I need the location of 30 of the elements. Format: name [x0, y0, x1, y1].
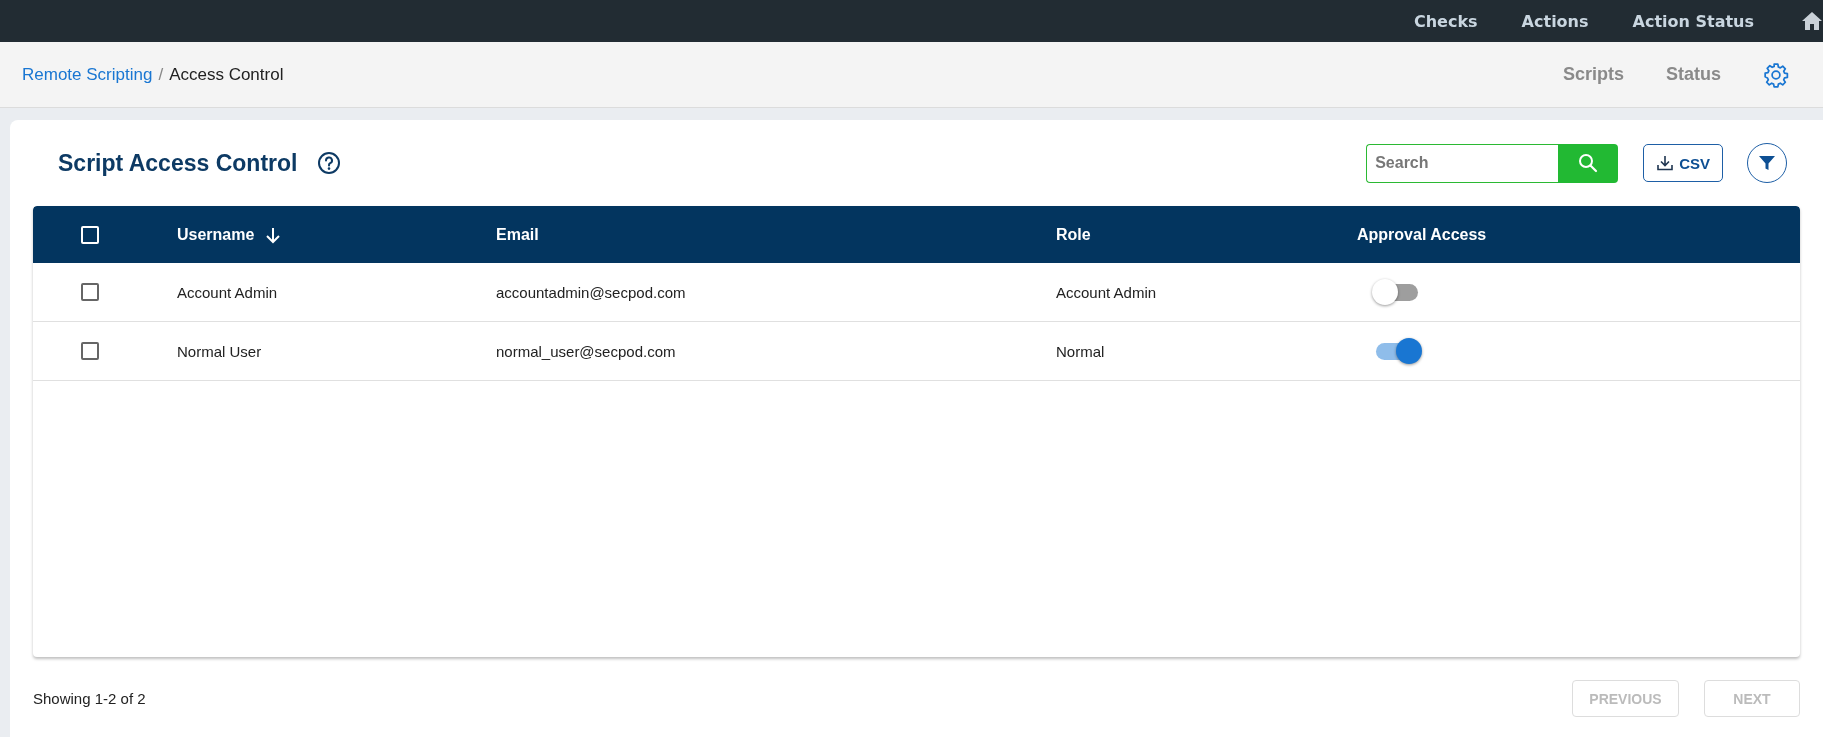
nav-link[interactable]: Action Status [1632, 11, 1754, 31]
search-button[interactable] [1558, 143, 1619, 183]
checkbox[interactable] [81, 283, 99, 301]
checkbox[interactable] [81, 342, 99, 360]
filter-button[interactable] [1747, 143, 1787, 183]
home-icon[interactable] [1801, 11, 1823, 31]
help-icon[interactable] [317, 151, 342, 175]
column-header[interactable]: Approval Access [1357, 225, 1487, 244]
nav-link[interactable]: Checks [1413, 11, 1478, 31]
table-cell: Account Admin [177, 283, 278, 301]
table-cell: Normal User [177, 342, 262, 360]
search-field[interactable]: Search [1366, 143, 1559, 183]
settings-icon[interactable] [1763, 61, 1789, 88]
download-icon [1656, 154, 1675, 172]
page-title: Script Access Control [58, 149, 298, 177]
pagination-summary: Showing 1-2 of 2 [33, 690, 146, 707]
table-cell: normal_user@secpod.com [496, 342, 676, 360]
column-header[interactable]: Role [1056, 225, 1091, 244]
funnel-icon [1757, 153, 1777, 173]
nav-link[interactable]: Actions [1521, 11, 1589, 31]
csv-download-button[interactable]: CSV [1643, 144, 1723, 182]
search-icon [1578, 153, 1599, 173]
table-cell: accountadmin@secpod.com [496, 283, 686, 301]
table-cell: Normal [1056, 342, 1105, 360]
column-header[interactable]: Email [496, 225, 539, 244]
breadcrumb-current: Access Control [169, 64, 284, 85]
breadcrumb-separator: / [158, 64, 164, 85]
table-cell: Account Admin [1056, 283, 1157, 301]
column-header[interactable]: Username [177, 225, 255, 244]
breadcrumb-link[interactable]: Remote Scripting [22, 64, 153, 85]
